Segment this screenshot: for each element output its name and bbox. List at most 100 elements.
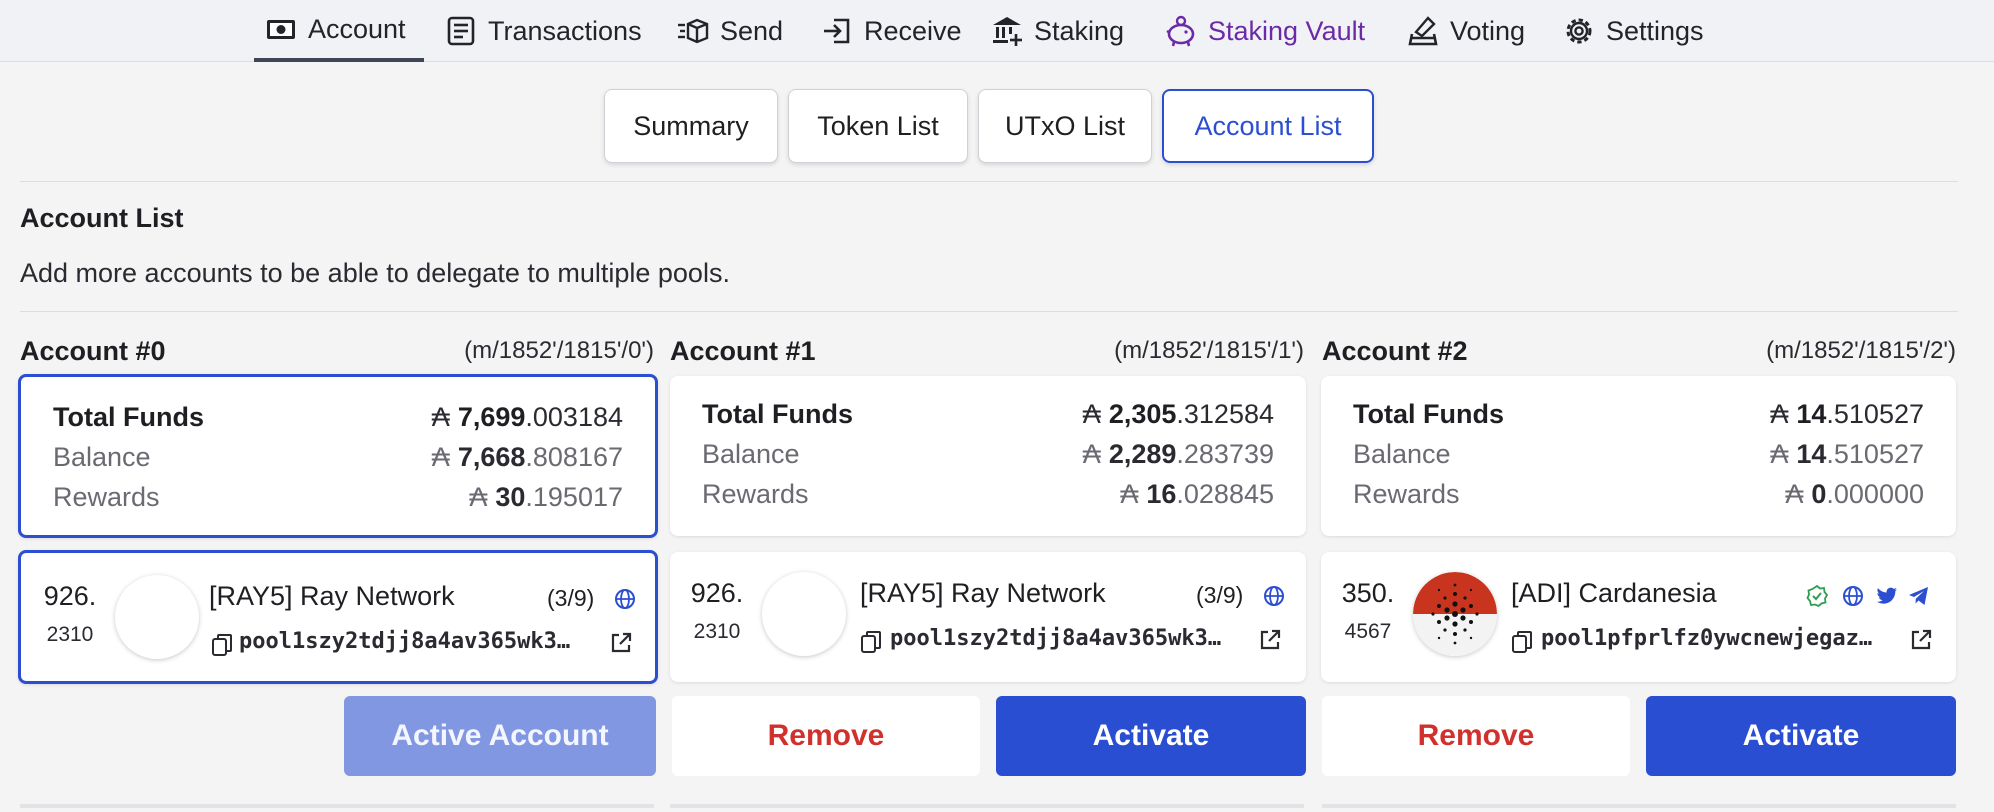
ada-symbol: ₳ [431,441,450,472]
remove-button[interactable]: Remove [672,696,980,776]
nav-receive-label: Receive [864,15,962,46]
account-path: (m/1852'/1815'/2') [1766,337,1956,364]
rewards-row: Rewards ₳ 30.195017 [53,479,623,515]
pool-card[interactable]: 926. 2310 [RAY5] Ray Network (3/9) pool1… [18,550,658,684]
amount-decimal: .028845 [1176,478,1274,509]
nav-staking[interactable]: Staking [990,0,1124,62]
globe-icon[interactable] [1262,584,1286,608]
pool-id: pool1szy2tdjj8a4av365wk3… [239,629,571,654]
globe-icon[interactable] [1841,584,1865,608]
tab-account-list-label: Account List [1194,110,1342,141]
pool-saturation: (3/9) [547,585,595,611]
bank-icon [993,17,1022,46]
copy-icon[interactable] [1511,630,1533,654]
total-funds-row: Total Funds ₳ 7,699.003184 [53,399,623,435]
pool-rank-sub: 2310 [693,620,741,643]
divider [1322,804,1956,808]
account-header: Account #0 (m/1852'/1815'/0') [20,334,654,368]
vote-icon [1408,16,1438,46]
twitter-icon[interactable] [1875,584,1899,608]
top-nav: Account Transactions Send Receive Stakin… [0,0,1994,62]
active-account-button[interactable]: Active Account [344,696,656,776]
nav-voting-label: Voting [1450,15,1526,46]
pool-logo [115,575,199,659]
external-link-icon[interactable] [609,631,633,655]
account-name: Account #2 [1322,335,1468,366]
amount-decimal: .312584 [1176,398,1274,429]
nav-staking-vault-label: Staking Vault [1208,15,1366,46]
remove-button[interactable]: Remove [1322,696,1630,776]
rewards-label: Rewards [702,478,809,509]
amount-decimal: .000000 [1826,478,1924,509]
pool-logo [762,572,846,656]
nav-staking-vault[interactable]: Staking Vault [1164,0,1365,62]
divider [670,804,1304,808]
nav-voting[interactable]: Voting [1406,0,1525,62]
rewards-row: Rewards ₳ 16.028845 [702,476,1274,512]
amount-integer: 2,289 [1108,438,1177,469]
ada-symbol: ₳ [1785,478,1804,509]
funds-card[interactable]: Total Funds ₳ 7,699.003184 Balance ₳ 7,668… [18,374,658,538]
amount-decimal: .510527 [1826,438,1924,469]
balance-value: ₳ 2,289.283739 [1083,439,1274,470]
total-funds-value: ₳ 14.510527 [1770,399,1924,430]
tab-utxo-list-label: UTxO List [1004,110,1125,141]
nav-account[interactable]: Account [254,0,424,62]
copy-icon[interactable] [860,630,882,654]
pool-card[interactable]: 350. 4567 [ADI] Cardanesia pool1pfprlfz0… [1321,552,1956,682]
ada-symbol: ₳ [431,401,450,432]
amount-decimal: .195017 [525,481,623,512]
balance-row: Balance ₳ 2,289.283739 [702,436,1274,472]
balance-row: Balance ₳ 14.510527 [1353,436,1924,472]
rewards-row: Rewards ₳ 0.000000 [1353,476,1924,512]
ada-symbol: ₳ [1082,438,1101,469]
funds-card[interactable]: Total Funds ₳ 14.510527 Balance ₳ 14.51052… [1321,376,1956,536]
nav-staking-label: Staking [1034,15,1125,46]
amount-decimal: .808167 [525,441,623,472]
account-path: (m/1852'/1815'/1') [1114,337,1304,364]
total-funds-value: ₳ 2,305.312584 [1083,399,1274,430]
pool-id: pool1pfprlfz0ywcnewjegaz… [1541,626,1873,651]
amount-integer: 16 [1146,478,1177,509]
amount-integer: 0 [1811,478,1827,509]
pool-name: [RAY5] Ray Network [209,581,455,611]
pool-rank: 926. [690,578,744,608]
divider [20,181,1958,182]
balance-value: ₳ 7,668.808167 [432,442,623,473]
pool-name: [RAY5] Ray Network [860,578,1106,608]
nav-settings-label: Settings [1606,15,1704,46]
nav-send[interactable]: Send [676,0,783,62]
cash-icon [267,20,295,39]
rewards-label: Rewards [53,481,160,512]
telegram-icon[interactable] [1907,584,1931,608]
pool-rank-sub: 2310 [46,623,94,646]
activate-button[interactable]: Activate [996,696,1306,776]
ada-symbol: ₳ [1770,438,1789,469]
tab-account-list[interactable]: Account List [1162,89,1374,163]
tab-utxo-list[interactable]: UTxO List [978,89,1152,163]
nav-settings[interactable]: Settings [1562,0,1704,62]
ada-symbol: ₳ [1770,398,1789,429]
account-name: Account #0 [20,335,166,366]
piggy-bank-icon [1166,15,1195,47]
nav-receive[interactable]: Receive [820,0,962,62]
cardanesia-logo [1413,572,1497,656]
copy-icon[interactable] [211,633,233,657]
account-path: (m/1852'/1815'/0') [464,337,654,364]
external-link-icon[interactable] [1258,628,1282,652]
external-link-icon[interactable] [1909,628,1933,652]
tab-summary[interactable]: Summary [604,89,778,163]
pool-card[interactable]: 926. 2310 [RAY5] Ray Network (3/9) pool1… [670,552,1306,682]
account-name: Account #1 [670,335,816,366]
account-header: Account #2 (m/1852'/1815'/2') [1322,334,1956,368]
total-funds-value: ₳ 7,699.003184 [432,402,623,433]
nav-transactions[interactable]: Transactions [444,0,642,62]
funds-card[interactable]: Total Funds ₳ 2,305.312584 Balance ₳ 2,289… [670,376,1306,536]
balance-label: Balance [1353,438,1451,469]
amount-integer: 30 [495,481,526,512]
nav-account-label: Account [308,13,406,44]
globe-icon[interactable] [613,587,637,611]
tab-token-list[interactable]: Token List [788,89,968,163]
section-title: Account List [20,203,184,233]
activate-button[interactable]: Activate [1646,696,1956,776]
